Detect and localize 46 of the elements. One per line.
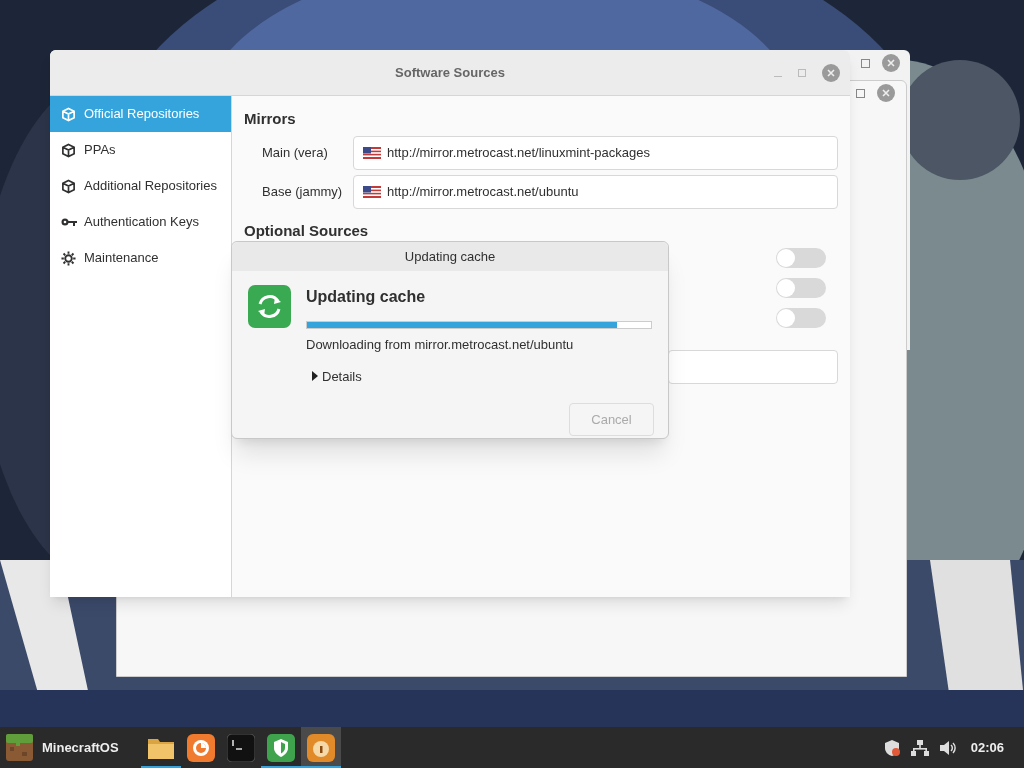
cube-icon xyxy=(61,142,76,158)
close-button[interactable] xyxy=(822,64,840,82)
refresh-icon xyxy=(248,285,291,328)
shield-icon[interactable] xyxy=(882,738,901,757)
field[interactable] xyxy=(668,350,838,384)
details-expander[interactable]: Details xyxy=(311,366,362,386)
cube-icon xyxy=(61,106,76,122)
package-icon xyxy=(306,733,335,762)
maximize-icon[interactable] xyxy=(861,59,870,68)
sidebar-item[interactable]: Authentication Keys xyxy=(50,204,231,240)
taskbar-app-button[interactable] xyxy=(300,727,341,768)
flag-icon xyxy=(363,185,381,198)
flag-icon xyxy=(363,146,381,159)
grass-block-icon xyxy=(6,734,33,761)
dialog-title: Updating cache xyxy=(404,247,496,266)
toggle-switch[interactable] xyxy=(776,248,826,268)
maximize-icon[interactable] xyxy=(856,89,865,98)
field-label: Base (jammy) xyxy=(261,182,344,201)
triangle-icon xyxy=(311,371,318,382)
sidebar-item[interactable]: Additional Repositories xyxy=(50,168,231,204)
dialog-heading: Updating cache xyxy=(306,287,427,307)
shield-icon xyxy=(266,733,295,762)
window-title: Software Sources xyxy=(395,63,505,82)
volume-icon[interactable] xyxy=(938,738,957,757)
toggle-switch[interactable] xyxy=(776,278,826,298)
maximize-icon[interactable] xyxy=(798,69,806,77)
key-icon xyxy=(60,217,77,227)
menu-button[interactable]: MinecraftOS xyxy=(0,727,133,768)
sidebar-item[interactable]: PPAs xyxy=(50,132,231,168)
mirror-field[interactable]: http://mirror.metrocast.net/linuxmint-packages xyxy=(353,135,838,170)
cube-icon xyxy=(61,178,76,194)
terminal-icon xyxy=(226,733,255,762)
status-text: Downloading from mirror.metrocast.net/ubuntu xyxy=(306,336,575,354)
section-heading: Optional Sources xyxy=(244,220,370,241)
minimize-icon[interactable] xyxy=(774,75,782,77)
section-heading: Mirrors xyxy=(244,109,297,129)
sidebar-item[interactable]: Maintenance xyxy=(50,240,231,276)
network-icon[interactable] xyxy=(910,738,929,757)
field-label: Main (vera) xyxy=(261,143,329,162)
browser-icon xyxy=(186,733,215,762)
gear-icon xyxy=(61,250,76,266)
close-button[interactable] xyxy=(877,84,895,102)
mirror-field[interactable]: http://mirror.metrocast.net/ubuntu xyxy=(353,174,838,209)
toggle-switch[interactable] xyxy=(776,308,826,328)
clock[interactable]: 02:06 xyxy=(970,737,1004,758)
close-button[interactable] xyxy=(882,54,900,72)
